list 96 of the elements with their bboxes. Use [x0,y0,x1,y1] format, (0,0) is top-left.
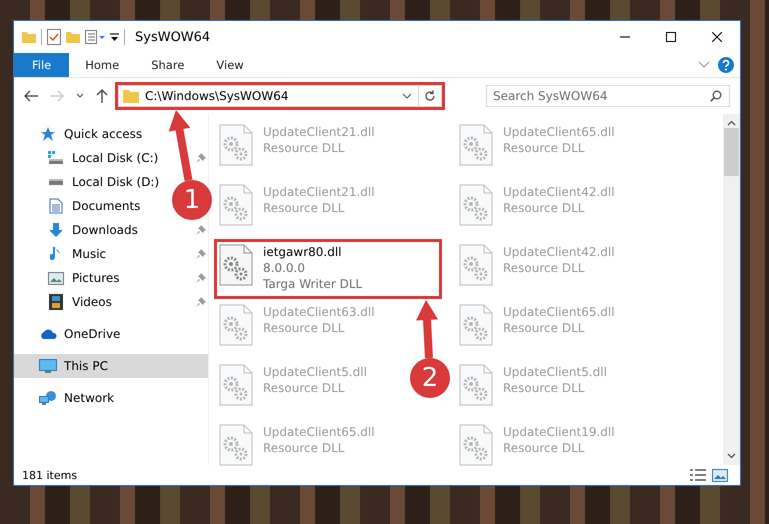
file-detail: Resource DLL [263,320,346,336]
file-name: ietgawr80.dll [263,244,343,260]
file-detail: Resource DLL [503,200,586,216]
gear-file-icon [459,364,493,406]
file-detail: Resource DLL [503,140,586,156]
maximize-icon[interactable] [666,32,676,42]
refresh-icon[interactable] [424,90,436,102]
file-detail: Resource DLL [263,440,346,456]
drive-icon [48,151,64,165]
pin-icon[interactable] [196,249,206,259]
expand-ribbon-icon[interactable] [698,61,710,69]
file-name: UpdateClient42.dll [503,184,615,200]
file-item[interactable]: ietgawr80.dll 8.0.0.0 Targa Writer DLL [215,240,441,298]
file-detail: Resource DLL [263,200,346,216]
gear-file-icon [219,304,253,346]
gear-file-icon [219,364,253,406]
nav-item[interactable]: OneDrive [38,327,120,341]
ribbon-tab[interactable]: Home [69,53,136,77]
gear-file-icon [459,304,493,346]
file-name: UpdateClient42.dll [503,244,615,260]
scroll-up-icon[interactable] [727,120,736,126]
download-arrow-icon [48,222,64,238]
gear-file-icon [459,244,493,286]
file-detail: Resource DLL [503,260,586,276]
item-count: 181 items [22,468,78,482]
nav-item[interactable]: Local Disk (C:) [46,151,158,165]
scrollbar-thumb[interactable] [724,128,739,176]
file-name: UpdateClient21.dll [263,124,375,140]
file-detail: 8.0.0.0 [263,260,306,276]
star-icon [40,126,56,142]
search-icon[interactable] [710,90,722,102]
file-name: UpdateClient65.dll [503,304,615,320]
file-detail: Resource DLL [503,320,586,336]
file-detail: Targa Writer DLL [263,276,362,292]
file-detail: Resource DLL [263,140,346,156]
pin-icon[interactable] [196,153,206,163]
picture-icon [48,272,64,284]
file-detail: Resource DLL [503,380,586,396]
file-name: UpdateClient5.dll [503,364,607,380]
scrollbar[interactable] [723,114,740,465]
pin-icon[interactable] [196,273,206,283]
gear-file-icon [219,244,253,286]
nav-item[interactable]: Network [38,390,114,406]
drive-icon [48,178,64,186]
scroll-down-icon[interactable] [727,453,736,459]
nav-item[interactable]: Pictures [46,271,120,285]
monitor-icon [39,358,57,374]
nav-item[interactable]: Downloads [46,222,138,238]
help-icon[interactable] [718,57,734,73]
ribbon-tab[interactable]: Share [135,53,200,77]
film-icon [49,294,63,310]
large-icons-view-icon[interactable] [712,468,728,482]
view-list-icon[interactable] [85,30,105,44]
pin-icon[interactable] [196,297,206,307]
gear-file-icon [459,124,493,166]
cloud-icon [39,328,57,340]
annotation-arrow [168,110,192,181]
music-note-icon [50,246,62,262]
details-view-icon[interactable] [690,468,706,482]
file-name: UpdateClient21.dll [263,184,375,200]
pin-icon[interactable] [196,225,206,235]
network-icon [39,390,57,406]
address-bar[interactable]: C:\Windows\SysWOW64 [118,85,442,107]
gear-file-icon [459,424,493,466]
file-name: UpdateClient5.dll [263,364,367,380]
folder-icon [123,89,139,103]
gear-file-icon [219,124,253,166]
ribbon-tab[interactable]: View [200,53,260,77]
ribbon-tab[interactable]: File [14,53,70,77]
minimize-icon[interactable] [620,36,630,38]
gear-file-icon [219,424,253,466]
dropdown-caret-icon[interactable] [110,32,119,42]
file-name: UpdateClient65.dll [503,124,615,140]
nav-item[interactable]: Local Disk (D:) [46,175,160,189]
window-title: SysWOW64 [135,30,212,44]
file-detail: Resource DLL [263,380,346,396]
close-icon[interactable] [712,32,722,42]
nav-item[interactable]: Documents [46,198,140,214]
gear-file-icon [459,184,493,226]
nav-item[interactable]: Music [46,246,106,262]
document-icon [49,198,63,214]
nav-item[interactable]: This PC [14,354,208,378]
properties-checklist-icon[interactable] [47,29,61,45]
gear-file-icon [219,184,253,226]
nav-item[interactable]: Videos [46,294,112,310]
recent-locations-caret-icon[interactable] [76,93,84,99]
dropdown-caret-icon[interactable] [402,93,412,99]
file-name: UpdateClient63.dll [263,304,375,320]
nav-item[interactable]: Quick access [38,126,142,142]
up-arrow-icon[interactable] [96,89,108,103]
file-name: UpdateClient19.dll [503,424,615,440]
file-name: UpdateClient65.dll [263,424,375,440]
search-field[interactable]: Search SysWOW64 [486,85,730,107]
annotation-arrow [416,300,438,358]
back-arrow-icon[interactable] [24,90,38,102]
file-detail: Resource DLL [503,440,586,456]
